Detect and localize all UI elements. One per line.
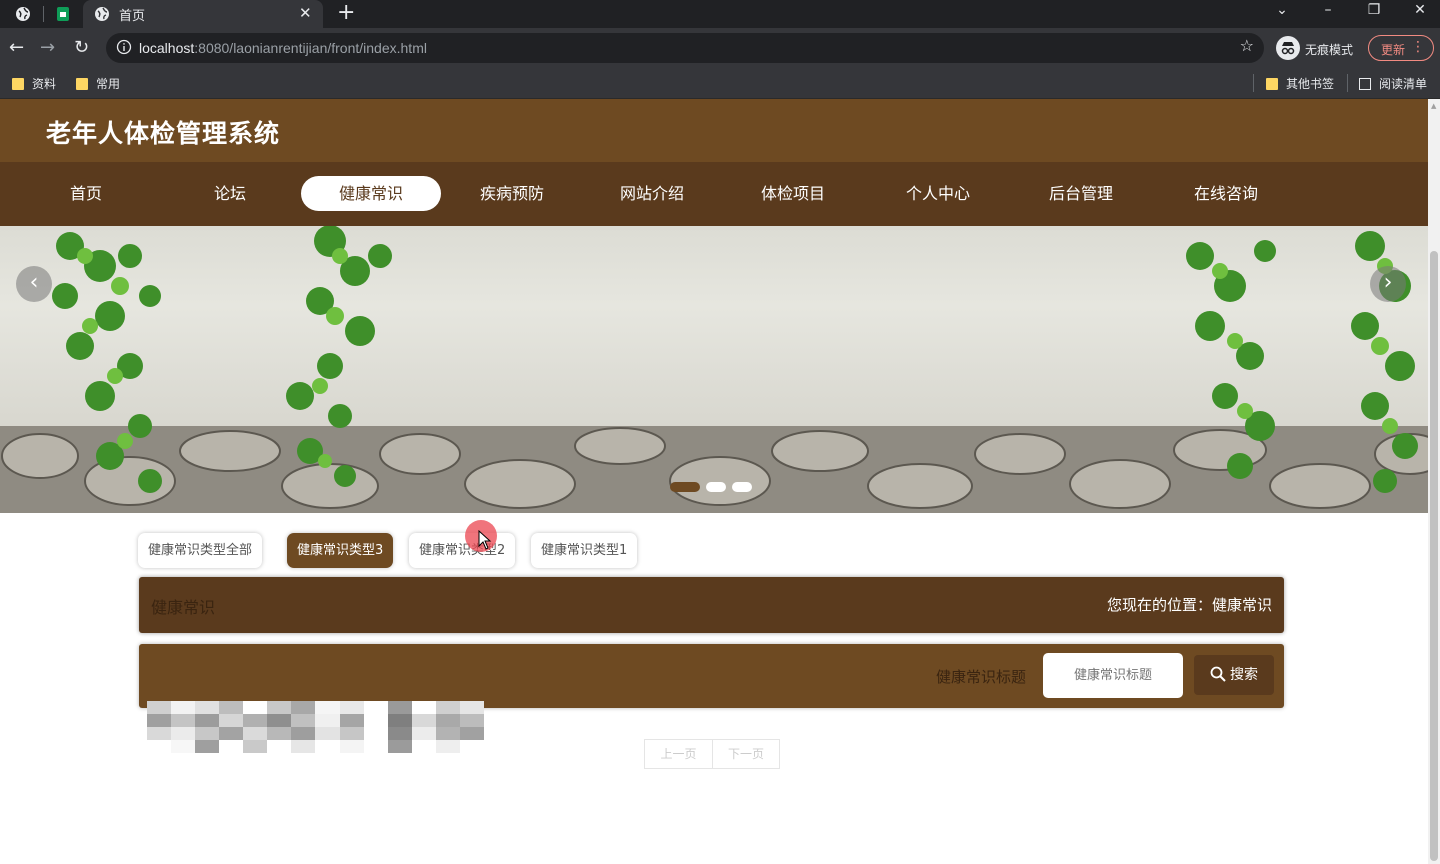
carousel: ‹ › xyxy=(0,226,1428,513)
scroll-up-arrow-icon[interactable]: ▲ xyxy=(1431,102,1436,110)
category-type1-button[interactable]: 健康常识类型1 xyxy=(531,533,638,568)
search-label: 健康常识标题 xyxy=(936,668,1027,686)
carousel-dot[interactable] xyxy=(670,482,700,492)
bookmark-star-icon[interactable]: ☆ xyxy=(1240,36,1254,55)
bookmark-separator xyxy=(1347,74,1348,92)
nav-item-forum[interactable]: 论坛 xyxy=(160,176,300,211)
tab-home[interactable]: 首页 ✕ xyxy=(83,0,323,28)
nav-item-home[interactable]: 首页 xyxy=(16,176,156,211)
restore-button[interactable]: ❐ xyxy=(1364,2,1384,18)
nav-item-checkup-items[interactable]: 体检项目 xyxy=(723,176,863,211)
carousel-prev-button[interactable]: ‹ xyxy=(16,266,52,302)
reading-list-label: 阅读清单 xyxy=(1379,77,1428,91)
category-all-button[interactable]: 健康常识类型全部 xyxy=(138,533,263,568)
folder-icon xyxy=(12,77,24,90)
other-bookmarks[interactable]: 其他书签 xyxy=(1266,75,1334,92)
incognito-icon[interactable] xyxy=(1276,36,1300,60)
page-scrollbar[interactable]: ▲ xyxy=(1428,99,1440,864)
minimize-button[interactable]: – xyxy=(1318,2,1338,18)
reload-icon[interactable]: ↻ xyxy=(74,37,89,58)
carousel-dot[interactable] xyxy=(706,482,726,492)
category-type2-button[interactable]: 健康常识类型2 xyxy=(409,533,516,568)
site-header: 老年人体检管理系统 xyxy=(0,99,1428,162)
url-text: localhost:8080/laonianrentijian/front/in… xyxy=(139,40,427,56)
search-input[interactable] xyxy=(1043,653,1183,698)
address-bar[interactable]: localhost:8080/laonianrentijian/front/in… xyxy=(106,33,1264,63)
back-arrow-icon[interactable]: ← xyxy=(9,37,24,58)
tab-search-icon[interactable]: ⌄ xyxy=(1272,2,1292,18)
ivy-decoration xyxy=(286,226,392,487)
search-panel: 健康常识标题 搜索 xyxy=(139,644,1284,708)
other-bookmarks-label: 其他书签 xyxy=(1286,77,1335,91)
reading-list[interactable]: 阅读清单 xyxy=(1359,75,1427,92)
prev-page-button[interactable]: 上一页 xyxy=(645,740,712,768)
pagination: 上一页 下一页 xyxy=(644,739,780,769)
next-page-button[interactable]: 下一页 xyxy=(712,740,779,768)
bookmark-folder-ziliao[interactable]: 资料 xyxy=(12,75,56,92)
carousel-dot[interactable] xyxy=(732,482,752,492)
site-title: 老年人体检管理系统 xyxy=(46,119,281,148)
more-menu-icon[interactable]: ⋮ xyxy=(1411,39,1425,55)
info-icon[interactable] xyxy=(116,39,132,59)
search-icon xyxy=(1210,666,1226,682)
breadcrumb-position: 您现在的位置：健康常识 xyxy=(1106,596,1272,614)
tab-separator xyxy=(43,6,44,22)
category-type3-button[interactable]: 健康常识类型3 xyxy=(287,533,394,568)
carousel-next-button[interactable]: › xyxy=(1370,266,1406,302)
folder-icon xyxy=(76,77,88,90)
globe-icon xyxy=(93,5,111,23)
update-button[interactable]: 更新 ⋮ xyxy=(1368,35,1434,61)
main-nav: 首页 论坛 健康常识 疾病预防 网站介绍 体检项目 个人中心 后台管理 在线咨询 xyxy=(0,162,1428,226)
page: 老年人体检管理系统 首页 论坛 健康常识 疾病预防 网站介绍 体检项目 个人中心… xyxy=(0,99,1428,864)
address-toolbar: ← → ↻ localhost:8080/laonianrentijian/fr… xyxy=(0,28,1440,68)
folder-icon xyxy=(1266,77,1278,90)
bookmarks-bar: 资料 常用 其他书签 阅读清单 xyxy=(0,68,1440,99)
redacted-content xyxy=(147,701,484,753)
nav-item-disease-prevention[interactable]: 疾病预防 xyxy=(442,176,582,211)
section-title: 健康常识 xyxy=(151,598,216,617)
tab-title: 首页 xyxy=(119,9,146,24)
nav-item-online-consult[interactable]: 在线咨询 xyxy=(1156,176,1296,211)
carousel-indicators xyxy=(670,482,752,492)
breadcrumb: 健康常识 您现在的位置：健康常识 xyxy=(139,577,1284,633)
close-window-button[interactable]: ✕ xyxy=(1410,2,1430,18)
sheets-app-icon[interactable] xyxy=(54,5,72,23)
bookmark-label: 常用 xyxy=(96,77,121,91)
bookmark-separator xyxy=(1253,74,1254,92)
scrollbar-thumb[interactable] xyxy=(1430,251,1438,861)
globe-icon[interactable] xyxy=(14,5,32,23)
bookmark-folder-changyong[interactable]: 常用 xyxy=(76,75,120,92)
url-path: :8080/laonianrentijian/front/index.html xyxy=(194,40,427,56)
nav-item-health-knowledge[interactable]: 健康常识 xyxy=(301,176,441,211)
incognito-label: 无痕模式 xyxy=(1305,43,1354,57)
bookmark-label: 资料 xyxy=(32,77,57,91)
update-label: 更新 xyxy=(1381,43,1406,57)
new-tab-button[interactable]: + xyxy=(337,1,355,25)
nav-item-personal-center[interactable]: 个人中心 xyxy=(868,176,1008,211)
ivy-decoration xyxy=(52,232,162,493)
nav-item-site-intro[interactable]: 网站介绍 xyxy=(582,176,722,211)
url-host: localhost xyxy=(139,40,195,56)
search-button[interactable]: 搜索 xyxy=(1194,655,1274,695)
reading-list-icon xyxy=(1359,77,1371,90)
search-button-label: 搜索 xyxy=(1230,667,1258,683)
browser-tab-strip: 首页 ✕ + ⌄ – ❐ ✕ xyxy=(0,0,1440,28)
mouse-cursor-icon xyxy=(478,530,492,550)
tab-close-button[interactable]: ✕ xyxy=(299,4,312,22)
forward-arrow-icon[interactable]: → xyxy=(40,37,55,58)
nav-item-admin[interactable]: 后台管理 xyxy=(1011,176,1151,211)
